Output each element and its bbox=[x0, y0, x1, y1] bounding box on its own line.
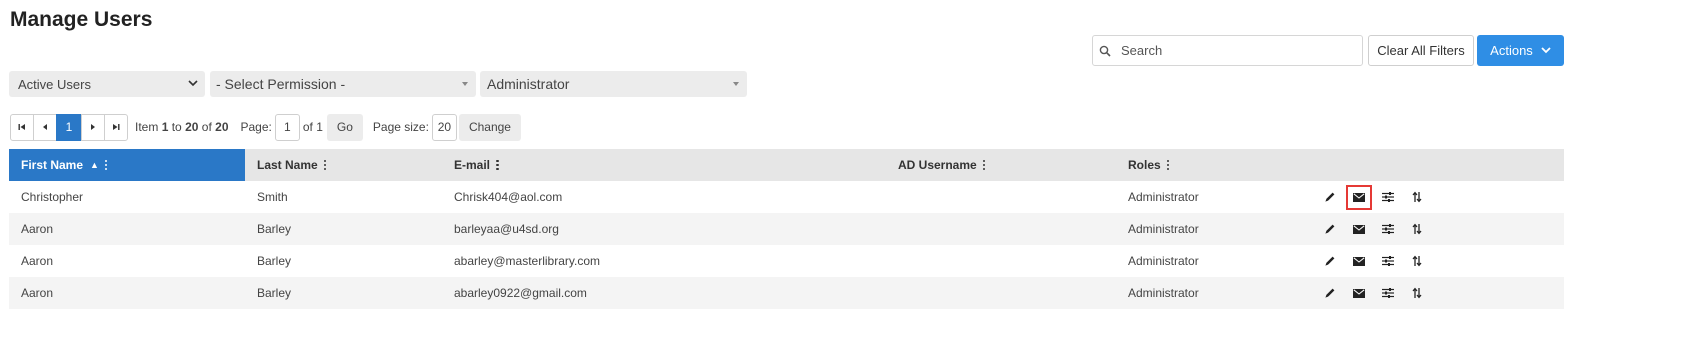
first-page-icon bbox=[18, 124, 25, 130]
item-range-text: Item 1 to 20 of 20 bbox=[135, 120, 229, 134]
actions-button[interactable]: Actions bbox=[1477, 35, 1564, 66]
sort-arrows-icon[interactable] bbox=[1404, 217, 1430, 242]
permission-value: - Select Permission - bbox=[216, 76, 346, 92]
roles-cell: Administrator bbox=[1128, 222, 1199, 236]
previous-page-icon bbox=[43, 124, 47, 130]
item-to: 20 bbox=[185, 120, 199, 134]
page-size-input[interactable] bbox=[431, 113, 457, 141]
email-cell: barleyaa@u4sd.org bbox=[454, 222, 559, 236]
sliders-icon[interactable] bbox=[1375, 185, 1401, 210]
column-menu-icon[interactable] bbox=[982, 159, 986, 171]
first-name-cell: Christopher bbox=[21, 190, 84, 204]
search-icon bbox=[1093, 45, 1117, 57]
clear-all-filters-button[interactable]: Clear All Filters bbox=[1368, 35, 1474, 66]
column-header-first-name[interactable]: First Name ▲ bbox=[9, 149, 245, 181]
sort-ascending-icon: ▲ bbox=[90, 160, 99, 170]
sort-arrows-icon[interactable] bbox=[1404, 281, 1430, 306]
last-name-cell: Barley bbox=[257, 254, 292, 268]
column-header-email[interactable]: E-mail bbox=[454, 149, 499, 181]
roles-header-label: Roles bbox=[1128, 158, 1161, 172]
users-table: First Name ▲ Last Name E-mail AD Usernam… bbox=[9, 149, 1564, 309]
sort-arrows-icon[interactable] bbox=[1404, 185, 1430, 210]
row-actions bbox=[1317, 245, 1433, 277]
sliders-icon[interactable] bbox=[1375, 249, 1401, 274]
column-menu-icon[interactable] bbox=[104, 159, 108, 171]
email-header-label: E-mail bbox=[454, 158, 491, 172]
search-input[interactable] bbox=[1117, 36, 1357, 65]
chevron-down-icon bbox=[188, 80, 198, 87]
dropdown-arrow-icon bbox=[462, 82, 468, 86]
last-page-icon bbox=[113, 124, 120, 130]
roles-cell: Administrator bbox=[1128, 286, 1199, 300]
email-cell: abarley0922@gmail.com bbox=[454, 286, 587, 300]
go-button[interactable]: Go bbox=[326, 113, 363, 141]
item-of-word: of bbox=[201, 120, 212, 134]
envelope-icon[interactable] bbox=[1346, 281, 1372, 306]
page-label: Page: bbox=[240, 120, 272, 134]
first-name-cell: Aaron bbox=[21, 254, 54, 268]
sort-arrows-icon[interactable] bbox=[1404, 249, 1430, 274]
first-name-cell: Aaron bbox=[21, 222, 54, 236]
row-actions bbox=[1317, 277, 1433, 309]
search-box[interactable] bbox=[1092, 35, 1363, 66]
table-row[interactable]: Aaron Barley abarley0922@gmail.com Admin… bbox=[9, 277, 1564, 309]
pager: 1 Item 1 to 20 of 20 Page: of 1 Go Page … bbox=[10, 113, 521, 141]
item-from: 1 bbox=[161, 120, 169, 134]
page-count-text: of 1 bbox=[302, 120, 323, 134]
column-menu-icon[interactable] bbox=[496, 159, 499, 171]
ad-username-header-label: AD Username bbox=[898, 158, 977, 172]
row-actions bbox=[1317, 181, 1433, 213]
user-status-select[interactable]: Active Users bbox=[9, 71, 205, 97]
page-1-button[interactable]: 1 bbox=[56, 113, 82, 141]
roles-cell: Administrator bbox=[1128, 254, 1199, 268]
previous-page-button[interactable] bbox=[33, 113, 57, 141]
last-name-header-label: Last Name bbox=[257, 158, 318, 172]
dropdown-arrow-icon bbox=[733, 82, 739, 86]
sliders-icon[interactable] bbox=[1375, 281, 1401, 306]
first-name-cell: Aaron bbox=[21, 286, 54, 300]
column-menu-icon[interactable] bbox=[1166, 159, 1170, 171]
column-menu-icon[interactable] bbox=[323, 159, 327, 171]
row-actions bbox=[1317, 213, 1433, 245]
item-to-word: to bbox=[171, 120, 182, 134]
last-name-cell: Smith bbox=[257, 190, 288, 204]
last-name-cell: Barley bbox=[257, 222, 292, 236]
table-row[interactable]: Christopher Smith Chrisk404@aol.com Admi… bbox=[9, 181, 1564, 213]
permission-select[interactable]: - Select Permission - bbox=[210, 71, 476, 97]
chevron-down-icon bbox=[1541, 47, 1551, 54]
column-header-roles[interactable]: Roles bbox=[1128, 149, 1170, 181]
table-row[interactable]: Aaron Barley abarley@masterlibrary.com A… bbox=[9, 245, 1564, 277]
page-number-input[interactable] bbox=[274, 113, 300, 141]
first-name-header-label: First Name bbox=[21, 158, 84, 172]
pencil-icon[interactable] bbox=[1317, 281, 1343, 306]
column-header-last-name[interactable]: Last Name bbox=[257, 149, 327, 181]
page-title: Manage Users bbox=[10, 8, 153, 31]
sliders-icon[interactable] bbox=[1375, 217, 1401, 242]
last-page-button[interactable] bbox=[104, 113, 128, 141]
table-row[interactable]: Aaron Barley barleyaa@u4sd.org Administr… bbox=[9, 213, 1564, 245]
role-select[interactable]: Administrator bbox=[480, 71, 747, 97]
table-header: First Name ▲ Last Name E-mail AD Usernam… bbox=[9, 149, 1564, 181]
first-page-button[interactable] bbox=[10, 113, 34, 141]
change-button[interactable]: Change bbox=[458, 113, 521, 141]
page-size-label: Page size: bbox=[372, 120, 429, 134]
envelope-icon[interactable] bbox=[1346, 217, 1372, 242]
next-page-icon bbox=[91, 124, 95, 130]
pencil-icon[interactable] bbox=[1317, 249, 1343, 274]
actions-label: Actions bbox=[1490, 43, 1533, 58]
envelope-icon[interactable] bbox=[1346, 184, 1372, 210]
pencil-icon[interactable] bbox=[1317, 217, 1343, 242]
item-total: 20 bbox=[215, 120, 229, 134]
email-cell: Chrisk404@aol.com bbox=[454, 190, 563, 204]
next-page-button[interactable] bbox=[81, 113, 105, 141]
item-prefix: Item bbox=[135, 120, 159, 134]
email-cell: abarley@masterlibrary.com bbox=[454, 254, 600, 268]
last-name-cell: Barley bbox=[257, 286, 292, 300]
user-status-value: Active Users bbox=[18, 76, 91, 92]
pencil-icon[interactable] bbox=[1317, 185, 1343, 210]
envelope-icon[interactable] bbox=[1346, 249, 1372, 274]
roles-cell: Administrator bbox=[1128, 190, 1199, 204]
column-header-ad-username[interactable]: AD Username bbox=[898, 149, 986, 181]
role-value: Administrator bbox=[487, 76, 570, 92]
